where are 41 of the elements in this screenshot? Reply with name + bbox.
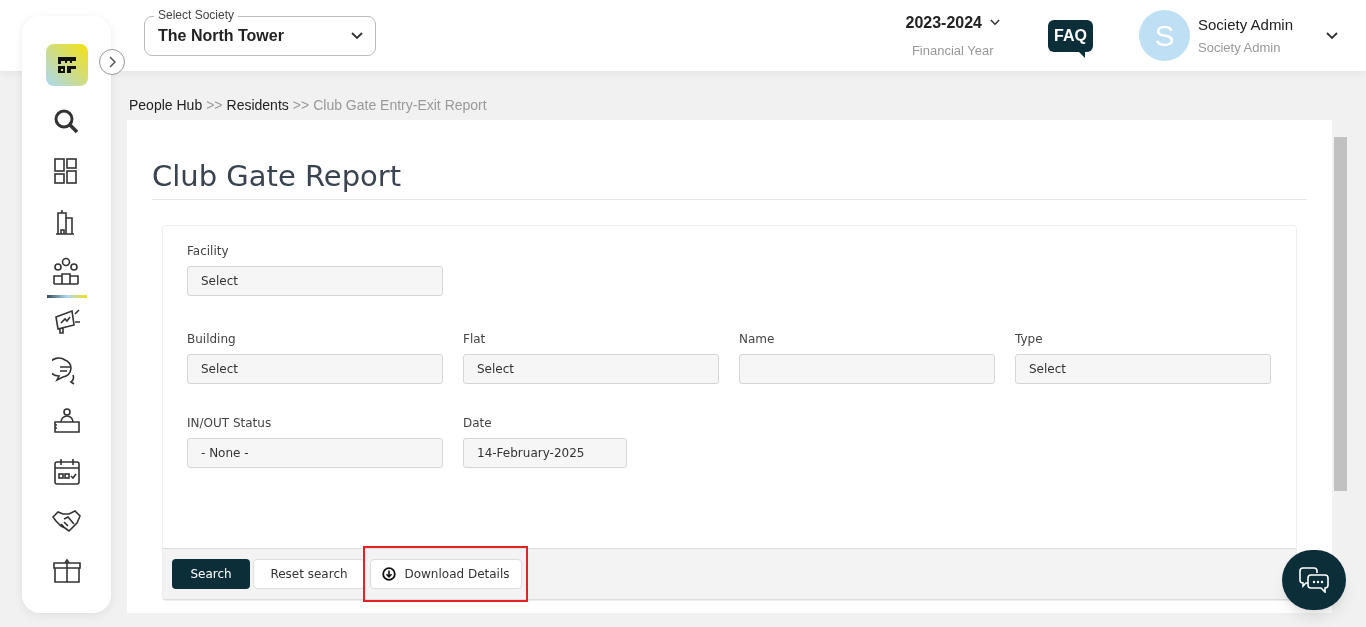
chevron-down-icon [990, 19, 1000, 27]
breadcrumb-separator: >> [206, 96, 223, 115]
breadcrumb-link[interactable]: Residents [226, 95, 289, 116]
field-label: Facility [187, 243, 230, 260]
user-avatar: S [1139, 10, 1190, 61]
breadcrumb-current: Club Gate Entry-Exit Report [313, 96, 487, 115]
field-label: Select Society [154, 7, 239, 22]
chevron-down-icon [351, 31, 363, 40]
user-name: Society Admin [1198, 14, 1295, 35]
user-role: Society Admin [1198, 39, 1282, 57]
reset-search-button[interactable]: Reset search [253, 559, 365, 589]
financial-year-select[interactable]: 2023-2024 [905, 10, 1000, 35]
app-logo[interactable] [45, 44, 88, 86]
field-label: Flat [463, 331, 487, 348]
download-icon [382, 567, 397, 581]
search-button[interactable]: Search [172, 559, 250, 589]
field-label: IN/OUT Status [187, 415, 273, 432]
select-field[interactable]: Select [187, 266, 443, 296]
field-label: Type [1015, 331, 1044, 348]
breadcrumb-separator: >> [292, 96, 310, 115]
logo-icon [55, 55, 78, 75]
name-input[interactable] [739, 354, 995, 384]
breadcrumb-link[interactable]: People Hub [129, 95, 203, 116]
select-field[interactable]: Select [187, 354, 443, 384]
people-icon [51, 256, 82, 287]
select-field[interactable]: Select [1015, 354, 1271, 384]
calendar-icon [51, 456, 82, 487]
speech-tail-icon [1079, 51, 1085, 58]
download-button[interactable]: Download Details [370, 559, 522, 589]
chevron-right-icon [108, 56, 116, 68]
date-field[interactable]: 14-February-2025 [463, 438, 627, 468]
select-field[interactable]: Select [463, 354, 719, 384]
field-label: Building [187, 331, 237, 348]
field-label: Name [739, 331, 776, 348]
field-label: Date [463, 415, 493, 432]
faq-button[interactable]: FAQ [1048, 19, 1093, 52]
chevron-down-icon[interactable] [1326, 31, 1338, 40]
page-title: Club Gate Report [152, 158, 403, 194]
scrollbar-thumb[interactable] [1334, 137, 1347, 491]
select-field[interactable]: - None - [187, 438, 443, 468]
financial-year-label: Financial Year [911, 41, 994, 60]
